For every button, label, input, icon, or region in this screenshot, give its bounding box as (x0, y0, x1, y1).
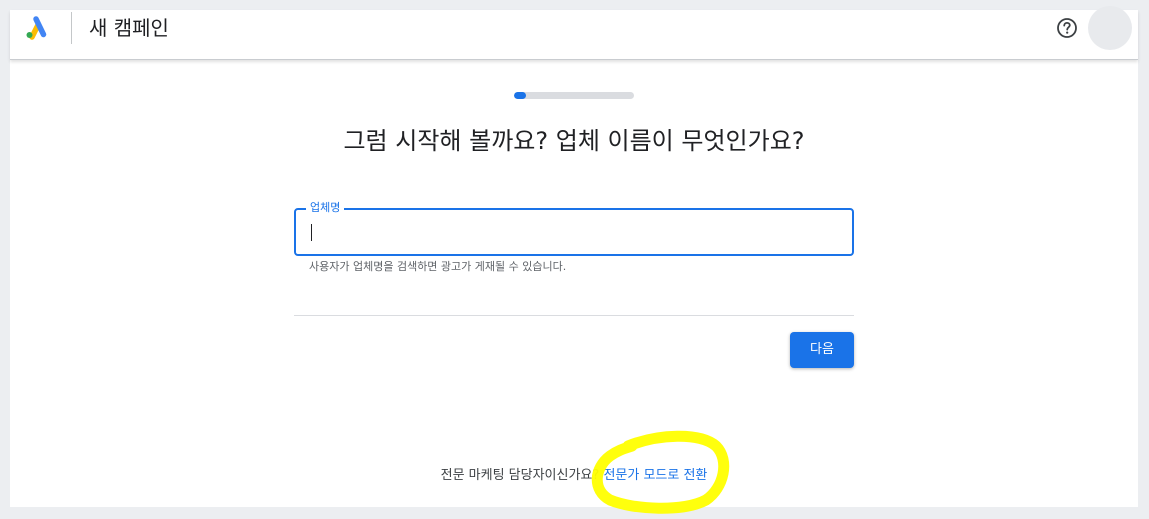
account-avatar[interactable] (1088, 6, 1132, 50)
app-window: 새 캠페인 그럼 시작해 볼까요? 업체 이름이 무엇인가요? 업체명 사용자가… (10, 6, 1138, 507)
section-divider (294, 315, 854, 316)
page-title: 새 캠페인 (89, 16, 169, 40)
business-name-hint: 사용자가 업체명을 검색하면 광고가 게재될 수 있습니다. (309, 260, 567, 273)
header-divider (71, 12, 72, 44)
text-caret (311, 224, 312, 241)
google-ads-logo[interactable] (23, 15, 49, 41)
footer: 전문 마케팅 담당자이신가요? 전문가 모드로 전환 (10, 467, 1138, 485)
progress-fill (514, 92, 526, 99)
business-name-field[interactable]: 업체명 (294, 200, 854, 256)
switch-to-expert-mode-link[interactable]: 전문가 모드로 전환 (603, 468, 707, 483)
next-button[interactable]: 다음 (790, 332, 854, 368)
business-name-input[interactable] (308, 210, 838, 254)
step-question: 그럼 시작해 볼까요? 업체 이름이 무엇인가요? (343, 127, 805, 155)
expert-prompt: 전문 마케팅 담당자이신가요? (440, 468, 600, 483)
progress-bar (514, 92, 634, 99)
help-circle-icon[interactable] (1056, 17, 1078, 39)
top-bar: 새 캠페인 (10, 6, 1138, 60)
